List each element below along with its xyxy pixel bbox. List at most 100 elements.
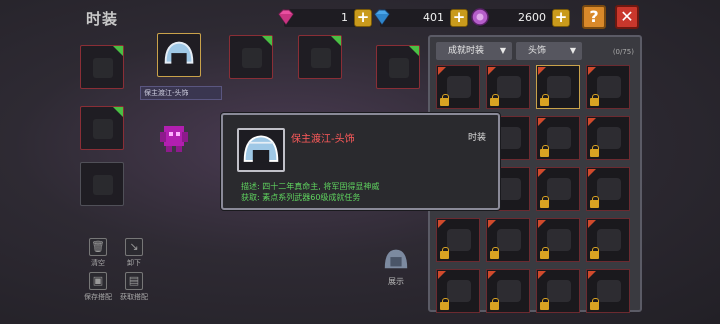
headwear-icon: [447, 229, 471, 251]
new-marker-icon: [588, 118, 596, 126]
add-pink-gem-button[interactable]: +: [354, 9, 372, 27]
equip-slot-6[interactable]: [80, 106, 124, 150]
lock-icon: [540, 298, 549, 310]
equip-slot-1[interactable]: [80, 45, 124, 89]
new-marker-icon: [588, 67, 596, 75]
wardrobe-item-cell[interactable]: [436, 269, 480, 313]
help-button[interactable]: ?: [582, 5, 606, 29]
wardrobe-item-cell[interactable]: [536, 269, 580, 313]
lock-icon: [590, 298, 599, 310]
take-off-button[interactable]: ↘ 卸下: [122, 238, 146, 268]
wardrobe-item-cell[interactable]: [436, 218, 480, 262]
headwear-icon: [547, 178, 571, 200]
lock-icon: [590, 145, 599, 157]
hat-icon: [93, 58, 113, 78]
pink-gem-icon: [278, 9, 294, 25]
wardrobe-item-cell[interactable]: [586, 167, 630, 211]
crown-headdress-icon: [164, 41, 194, 65]
add-purple-coin-button[interactable]: +: [552, 9, 570, 27]
headwear-icon: [597, 280, 621, 302]
tooltip-source-line: 获取: 素点系列武器60级成就任务: [241, 193, 361, 202]
lock-icon: [490, 298, 499, 310]
headwear-icon: [597, 178, 621, 200]
save-outfit-button[interactable]: ▣ 保存搭配: [84, 272, 112, 302]
lock-icon: [540, 196, 549, 208]
chevron-down-icon: ▼: [569, 46, 576, 55]
new-marker-icon: [488, 271, 496, 279]
equipped-item-label: 保主渡江-头饰: [140, 86, 222, 100]
new-marker-icon: [488, 220, 496, 228]
lock-icon: [590, 196, 599, 208]
lock-icon: [590, 94, 599, 106]
wardrobe-item-cell[interactable]: [586, 65, 630, 109]
lock-icon: [540, 94, 549, 106]
equip-slot-3[interactable]: [229, 35, 273, 79]
headwear-icon: [547, 280, 571, 302]
lock-icon: [590, 247, 599, 259]
tooltip-item-name: 保主渡江-头饰: [291, 134, 355, 145]
headwear-icon: [497, 127, 521, 149]
purple-coin-icon: [471, 8, 489, 26]
clipboard-icon: ▤: [125, 272, 143, 290]
crown-headdress-icon: [243, 135, 279, 163]
equip-slot-5[interactable]: [376, 45, 420, 89]
new-marker-icon: [538, 271, 546, 279]
equip-slot-headwear[interactable]: [157, 33, 201, 77]
owned-flag-icon: [331, 36, 341, 46]
wardrobe-item-cell[interactable]: [586, 218, 630, 262]
show-button[interactable]: 展示: [376, 244, 416, 287]
new-marker-icon: [538, 169, 546, 177]
owned-flag-icon: [409, 46, 419, 56]
lock-icon: [440, 298, 449, 310]
headwear-icon: [597, 76, 621, 98]
lock-icon: [490, 94, 499, 106]
wardrobe-item-cell[interactable]: [536, 116, 580, 160]
slot-type-dropdown[interactable]: 头饰 ▼: [516, 42, 582, 60]
hat-icon: [389, 58, 409, 78]
pet-character-icon: [160, 126, 188, 152]
lock-icon: [540, 247, 549, 259]
wardrobe-item-cell[interactable]: [586, 116, 630, 160]
wardrobe-item-cell[interactable]: [486, 65, 530, 109]
clear-button[interactable]: 🗑 清空: [86, 238, 110, 268]
wardrobe-item-cell[interactable]: [586, 269, 630, 313]
purple-coin-count: 2600: [518, 11, 546, 24]
headwear-icon: [547, 127, 571, 149]
headwear-icon: [497, 178, 521, 200]
tooltip-description: 描述: 四十二年真命主, 将军固得显神威 获取: 素点系列武器60级成就任务: [241, 181, 379, 203]
headwear-icon: [497, 229, 521, 251]
lock-icon: [440, 247, 449, 259]
wardrobe-item-cell[interactable]: [536, 167, 580, 211]
headwear-icon: [497, 280, 521, 302]
wardrobe-item-cell[interactable]: [486, 218, 530, 262]
wardrobe-item-cell[interactable]: [536, 218, 580, 262]
headwear-icon: [597, 127, 621, 149]
equip-slot-4[interactable]: [298, 35, 342, 79]
headwear-icon: [547, 76, 571, 98]
wardrobe-item-cell[interactable]: [436, 65, 480, 109]
close-button[interactable]: ✕: [615, 5, 639, 29]
blue-gem-icon: [374, 9, 390, 25]
new-marker-icon: [538, 67, 546, 75]
chevron-down-icon: ▼: [499, 46, 506, 55]
load-outfit-button[interactable]: ▤ 获取搭配: [120, 272, 148, 302]
new-marker-icon: [438, 67, 446, 75]
add-blue-gem-button[interactable]: +: [450, 9, 468, 27]
wardrobe-item-cell[interactable]: [536, 65, 580, 109]
trash-icon: 🗑: [89, 238, 107, 256]
new-marker-icon: [538, 118, 546, 126]
new-marker-icon: [438, 271, 446, 279]
wardrobe-item-cell[interactable]: [486, 269, 530, 313]
headwear-icon: [547, 229, 571, 251]
lock-icon: [540, 145, 549, 157]
save-icon: ▣: [89, 272, 107, 290]
currency-pink: 1 +: [278, 9, 372, 27]
blue-gem-count: 401: [423, 11, 444, 24]
showcase-icon: [384, 249, 408, 269]
new-marker-icon: [488, 67, 496, 75]
new-marker-icon: [588, 169, 596, 177]
category-dropdown[interactable]: 成就时装 ▼: [436, 42, 512, 60]
equip-slot-7[interactable]: [80, 162, 124, 206]
new-marker-icon: [438, 220, 446, 228]
lock-icon: [490, 247, 499, 259]
